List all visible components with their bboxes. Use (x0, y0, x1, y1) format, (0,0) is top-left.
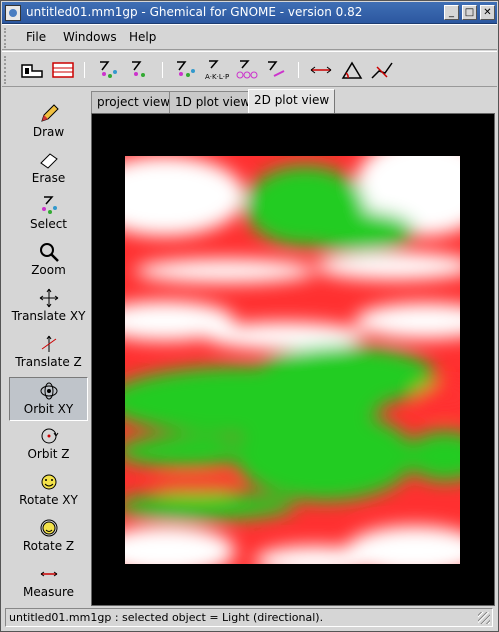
tool-zoom[interactable]: Zoom (9, 239, 88, 283)
tool-label: Draw (32, 125, 65, 139)
tool-rotate-xy[interactable]: Rotate XY (9, 469, 88, 513)
app-icon[interactable] (5, 5, 21, 21)
select-icon (41, 196, 57, 214)
translate-xy-icon (39, 288, 58, 308)
translate-z-icon (41, 335, 56, 352)
tool-palette: Draw Erase Select Zoom Translate XY Tran… (2, 89, 90, 607)
rotate-z-icon (40, 519, 57, 537)
select-atoms-icon[interactable] (96, 59, 122, 81)
new-file-icon[interactable] (20, 59, 46, 81)
toolbar-handle[interactable] (4, 56, 12, 84)
close-button[interactable]: ✕ (480, 5, 495, 20)
tool-draw[interactable]: Draw (9, 101, 88, 145)
menu-help[interactable]: Help (129, 30, 156, 44)
menu-file[interactable]: File (26, 30, 46, 44)
svg-text:A·K·L·P: A·K·L·P (205, 73, 229, 81)
rotate-xy-icon (41, 474, 56, 490)
menu-bar: File Windows Help (2, 24, 497, 50)
tool-label: Rotate Z (22, 539, 75, 553)
measure-icon (40, 571, 57, 577)
tool-label: Erase (31, 171, 66, 185)
magnifier-icon (39, 243, 59, 262)
orbit-xy-icon (40, 382, 57, 400)
tab-project-view[interactable]: project view (91, 91, 177, 113)
toolbar-separator (162, 62, 163, 78)
pencil-icon (40, 104, 59, 122)
plot-viewport[interactable] (91, 113, 495, 606)
tool-translate-xy[interactable]: Translate XY (9, 285, 88, 329)
tool-label: Rotate XY (19, 493, 78, 507)
tool-measure[interactable]: Measure (9, 561, 88, 605)
energy-surface-plot[interactable] (125, 156, 460, 564)
window-title: untitled01.mm1gp - Ghemical for GNOME - … (26, 5, 363, 19)
tool-erase[interactable]: Erase (9, 147, 88, 191)
status-text: untitled01.mm1gp : selected object = Lig… (9, 611, 324, 624)
resize-grip[interactable] (478, 612, 490, 624)
tool-select[interactable]: Select (9, 193, 88, 237)
select-molecule-icon[interactable]: A·K·L·P (203, 59, 229, 81)
select-chain-icon[interactable] (173, 59, 199, 81)
status-bar: untitled01.mm1gp : selected object = Lig… (5, 608, 493, 627)
tab-2d-plot-view[interactable]: 2D plot view (248, 89, 336, 113)
toolbar-separator (84, 62, 85, 78)
measure-torsion-icon[interactable] (369, 59, 395, 81)
tool-rotate-z[interactable]: Rotate Z (9, 515, 88, 559)
title-bar[interactable]: untitled01.mm1gp - Ghemical for GNOME - … (2, 2, 497, 24)
tool-label: Orbit XY (23, 402, 74, 416)
menu-windows[interactable]: Windows (63, 30, 117, 44)
tool-translate-z[interactable]: Translate Z (9, 331, 88, 375)
select-residue-icon[interactable] (126, 59, 152, 81)
tool-label: Zoom (31, 263, 66, 277)
orbit-z-icon (41, 428, 58, 444)
tool-orbit-z[interactable]: Orbit Z (9, 423, 88, 467)
tool-label: Translate Z (15, 355, 82, 369)
toolbar-separator (298, 62, 299, 78)
bond-icon[interactable] (264, 59, 290, 81)
toolbar: A·K·L·P (2, 51, 497, 87)
maximize-button[interactable]: □ (462, 5, 477, 20)
select-ring-icon[interactable] (234, 59, 260, 81)
tool-label: Measure (23, 585, 74, 599)
eraser-icon (39, 153, 58, 169)
application-window: untitled01.mm1gp - Ghemical for GNOME - … (0, 0, 499, 632)
tool-label: Translate XY (11, 309, 86, 323)
measure-angle-icon[interactable] (339, 59, 365, 81)
tab-1d-plot-view[interactable]: 1D plot view (169, 91, 257, 113)
element-table-icon[interactable] (50, 59, 76, 81)
minimize-button[interactable]: _ (444, 5, 459, 20)
measure-distance-icon[interactable] (308, 59, 334, 81)
tool-label: Orbit Z (27, 447, 70, 461)
menu-bar-handle[interactable] (4, 28, 12, 48)
tool-label: Select (29, 217, 68, 231)
tool-orbit-xy[interactable]: Orbit XY (9, 377, 88, 421)
